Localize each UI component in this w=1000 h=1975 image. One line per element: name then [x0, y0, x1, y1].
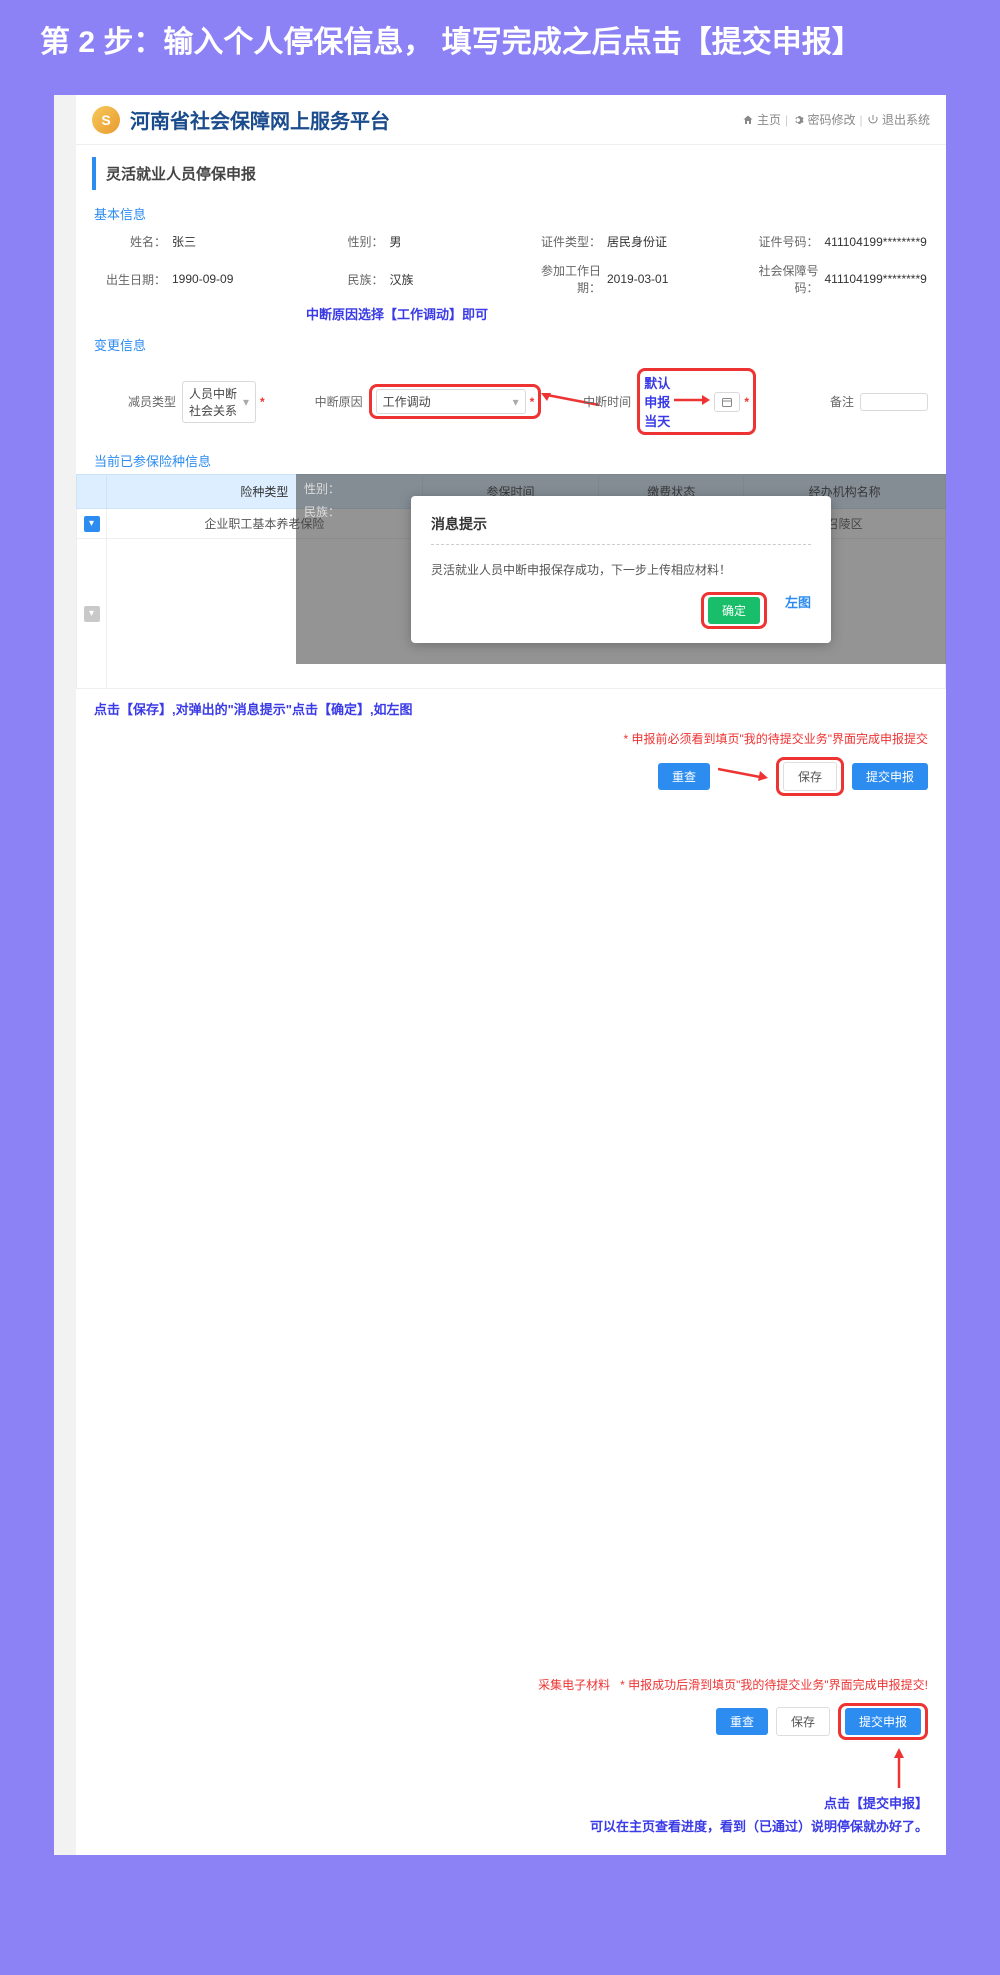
chg-remark-input[interactable] [860, 393, 928, 411]
chg-remark-label: 备注 [772, 393, 860, 410]
chg-type-select[interactable]: 人员中断社会关系▾ [182, 381, 256, 423]
save-button-2[interactable]: 保存 [776, 1707, 830, 1736]
reset-button-1[interactable]: 重查 [658, 763, 710, 790]
site-name: 河南省社会保障网上服务平台 [130, 105, 742, 134]
arrow-icon [718, 767, 768, 786]
logo-icon: S [92, 106, 120, 134]
arrow-icon [674, 394, 710, 409]
red-note-2a: * 申报成功后滑到填页"我的待提交业务"界面完成申报提交! [620, 1676, 928, 1693]
col-expand [77, 475, 107, 509]
home-icon [742, 114, 754, 126]
dob-value: 1990-09-09 [172, 272, 233, 286]
left-gutter [54, 95, 76, 1855]
ethnic-label: 民族： [302, 271, 390, 288]
gear-icon [792, 114, 804, 126]
topbar: S 河南省社会保障网上服务平台 主页 | 密码修改 | 退出系统 [76, 95, 946, 145]
chg-type-label: 减员类型 [94, 393, 182, 410]
idno-label: 证件号码： [737, 233, 825, 250]
arrow-icon [892, 1775, 906, 1792]
modal-body: 灵活就业人员中断申报保存成功，下一步上传相应材料！ [431, 555, 811, 592]
workdate-label: 参加工作日期： [519, 262, 607, 296]
note-time-inline: 默认申报当天 [644, 373, 670, 430]
red-note-2b: 采集电子材料 [538, 1676, 610, 1693]
step-title: 第 2 步：输入个人停保信息， 填写完成之后点击【提交申报】 [40, 20, 960, 65]
idno-value: 411104199********9 [825, 235, 927, 249]
dob-label: 出生日期： [84, 271, 172, 288]
ov-ethnic-label: 民族： [304, 505, 340, 519]
password-link[interactable]: 密码修改 [792, 111, 855, 128]
reset-button-2[interactable]: 重查 [716, 1708, 768, 1735]
modal-overlay: 性别： 民族： 消息提示 灵活就业人员中断申报保存成功，下一步上传相应材料！ 确… [296, 474, 946, 664]
section-change: 变更信息 [76, 329, 946, 358]
power-icon [867, 114, 879, 126]
ssn-value: 411104199********9 [825, 272, 927, 286]
idtype-label: 证件类型： [519, 233, 607, 250]
home-link[interactable]: 主页 [742, 111, 781, 128]
message-modal: 消息提示 灵活就业人员中断申报保存成功，下一步上传相应材料！ 确定 左图 [411, 496, 831, 643]
modal-side-label: 左图 [785, 592, 811, 629]
idtype-value: 居民身份证 [607, 233, 667, 250]
expand-icon[interactable]: ▾ [84, 606, 100, 622]
gender-value: 男 [390, 233, 402, 250]
save-button-1[interactable]: 保存 [783, 762, 837, 791]
submit-button-2[interactable]: 提交申报 [845, 1708, 921, 1735]
note-reason: 中断原因选择【工作调动】即可 [76, 302, 946, 329]
browser-frame: S 河南省社会保障网上服务平台 主页 | 密码修改 | 退出系统 [40, 81, 960, 1869]
modal-title: 消息提示 [431, 514, 811, 545]
submit-button-1[interactable]: 提交申报 [852, 763, 928, 790]
name-label: 姓名： [84, 233, 172, 250]
section-current: 当前已参保险种信息 [76, 445, 946, 474]
page-title: 灵活就业人员停保申报 [92, 157, 930, 190]
bottom-note-1: 点击【提交申报】 [76, 1793, 946, 1812]
ssn-label: 社会保障号码： [737, 262, 825, 296]
workdate-value: 2019-03-01 [607, 272, 668, 286]
gender-label: 性别： [302, 233, 390, 250]
chg-reason-select[interactable]: 工作调动▾ [376, 389, 526, 414]
calendar-icon [721, 396, 733, 408]
expand-icon[interactable]: ▾ [84, 516, 100, 532]
chg-time-label: 中断时间 [549, 393, 637, 410]
section-basic: 基本信息 [76, 198, 946, 227]
modal-ok-button[interactable]: 确定 [708, 597, 760, 624]
chg-reason-label: 中断原因 [281, 393, 369, 410]
ethnic-value: 汉族 [390, 271, 414, 288]
chg-time-input[interactable] [714, 392, 740, 412]
name-value: 张三 [172, 233, 196, 250]
exit-link[interactable]: 退出系统 [867, 111, 930, 128]
ov-gender-label: 性别： [304, 482, 340, 496]
bottom-note-2: 可以在主页查看进度，看到（已通过）说明停保就办好了。 [76, 1812, 946, 1845]
note-after-modal: 点击【保存】,对弹出的"消息提示"点击【确定】,如左图 [94, 699, 928, 718]
red-note-1: * 申报前必须看到填页"我的待提交业务"界面完成申报提交 [76, 728, 946, 749]
